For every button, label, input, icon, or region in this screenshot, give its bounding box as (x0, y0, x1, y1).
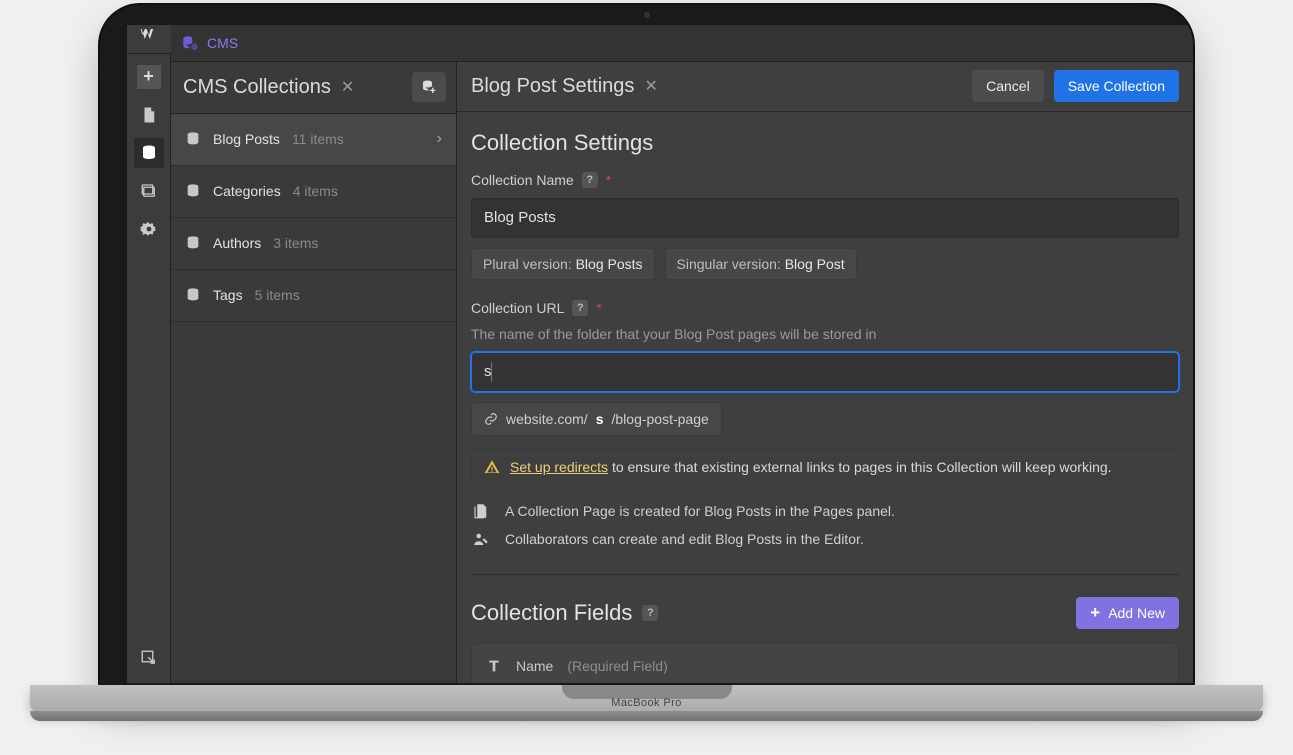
rail-settings-button[interactable] (134, 214, 164, 244)
rail-add-button[interactable]: + (134, 62, 164, 92)
camera-dot (644, 12, 650, 18)
required-indicator: * (606, 172, 611, 188)
settings-panel-title: Blog Post Settings (471, 75, 634, 98)
collection-fields-heading: Collection Fields (471, 600, 632, 626)
cms-brand-label: CMS (207, 35, 238, 51)
plural-version-pill[interactable]: Plural version: Blog Posts (471, 248, 655, 280)
collection-name-input[interactable] (471, 198, 1179, 238)
collection-item[interactable]: Blog Posts 11 items › (171, 114, 456, 166)
help-icon[interactable]: ? (572, 300, 588, 316)
section-divider (471, 574, 1179, 575)
rail-assets-button[interactable] (134, 176, 164, 206)
add-new-label: Add New (1108, 605, 1165, 621)
database-icon (185, 131, 201, 147)
redirects-alert-text: to ensure that existing external links t… (608, 459, 1111, 475)
device-label: MacBook Pro (100, 697, 1193, 709)
redirects-alert: Set up redirects to ensure that existing… (471, 448, 1179, 486)
close-icon[interactable]: ✕ (341, 77, 354, 97)
collection-item[interactable]: Categories 4 items (171, 166, 456, 218)
rail-export-button[interactable] (134, 643, 164, 673)
app-topbar: CMS (127, 25, 1193, 62)
info-collection-page: A Collection Page is created for Blog Po… (471, 502, 1179, 520)
new-collection-button[interactable] (412, 72, 446, 102)
database-icon (185, 183, 201, 199)
add-new-field-button[interactable]: + Add New (1076, 597, 1179, 629)
chevron-right-icon: › (437, 130, 442, 148)
text-caret (491, 362, 492, 382)
text-field-icon (486, 658, 502, 674)
close-icon[interactable]: ✕ (644, 76, 657, 96)
singular-version-value: Blog Post (785, 256, 845, 272)
collection-settings-heading: Collection Settings (471, 130, 1179, 156)
collection-item[interactable]: Tags 5 items (171, 270, 456, 322)
collection-name: Categories (213, 183, 281, 199)
cancel-button[interactable]: Cancel (972, 70, 1044, 102)
collections-panel: CMS Collections ✕ Blog Posts 11 items › Cat… (171, 62, 457, 683)
rail-cms-button[interactable] (134, 138, 164, 168)
collection-item[interactable]: Authors 3 items (171, 218, 456, 270)
collaborator-icon (471, 530, 491, 548)
collection-count: 4 items (293, 183, 338, 199)
page-icon (471, 502, 491, 520)
rail-pages-button[interactable] (134, 100, 164, 130)
nav-rail: + (127, 25, 171, 683)
singular-version-pill[interactable]: Singular version: Blog Post (665, 248, 857, 280)
collections-list: Blog Posts 11 items › Categories 4 items Auth… (171, 114, 456, 322)
collection-name: Blog Posts (213, 131, 280, 147)
warning-icon (484, 459, 500, 475)
collection-name-label: Collection Name (471, 172, 574, 188)
laptop-foot (30, 711, 1263, 721)
collection-url-hint: The name of the folder that your Blog Po… (471, 326, 1179, 342)
database-icon (185, 235, 201, 251)
collection-count: 11 items (292, 131, 344, 147)
brand-logo[interactable] (127, 25, 171, 54)
plus-icon: + (1090, 603, 1100, 623)
plus-icon: + (137, 65, 161, 89)
collection-url-label: Collection URL (471, 300, 564, 316)
plural-version-label: Plural version: (483, 256, 572, 272)
required-indicator: * (596, 300, 601, 316)
collection-name: Authors (213, 235, 261, 251)
cms-app: CMS + (127, 25, 1193, 683)
collections-panel-title: CMS Collections (183, 76, 331, 99)
info-collection-page-text: A Collection Page is created for Blog Po… (505, 503, 895, 519)
database-icon (185, 287, 201, 303)
collections-panel-header: CMS Collections ✕ (171, 62, 456, 114)
info-collaborators-text: Collaborators can create and edit Blog P… (505, 531, 864, 547)
plural-version-value: Blog Posts (576, 256, 643, 272)
help-icon[interactable]: ? (582, 172, 598, 188)
url-preview-prefix: website.com/ (506, 411, 588, 427)
link-icon (484, 412, 498, 426)
field-name: Name (516, 658, 553, 674)
collection-count: 3 items (273, 235, 318, 251)
collection-url-input[interactable] (471, 352, 1179, 392)
settings-panel: Blog Post Settings ✕ Cancel Save Collect… (457, 62, 1193, 683)
collection-count: 5 items (255, 287, 300, 303)
fields-list: Name (Required Field) (471, 643, 1179, 683)
collection-url-preview: website.com/s/blog-post-page (471, 402, 722, 436)
url-preview-suffix: /blog-post-page (612, 411, 709, 427)
cms-brand-icon (181, 34, 199, 52)
url-preview-slug: s (596, 411, 604, 427)
settings-panel-header: Blog Post Settings ✕ Cancel Save Collect… (457, 62, 1193, 112)
collection-name: Tags (213, 287, 243, 303)
settings-panel-body: Collection Settings Collection Name ? * (457, 112, 1193, 683)
info-collaborators: Collaborators can create and edit Blog P… (471, 530, 1179, 548)
save-button[interactable]: Save Collection (1054, 70, 1179, 102)
help-icon[interactable]: ? (642, 605, 658, 621)
field-row[interactable]: Name (Required Field) (471, 643, 1179, 683)
singular-version-label: Singular version: (677, 256, 781, 272)
setup-redirects-link[interactable]: Set up redirects (510, 459, 608, 475)
field-hint: (Required Field) (567, 658, 667, 674)
